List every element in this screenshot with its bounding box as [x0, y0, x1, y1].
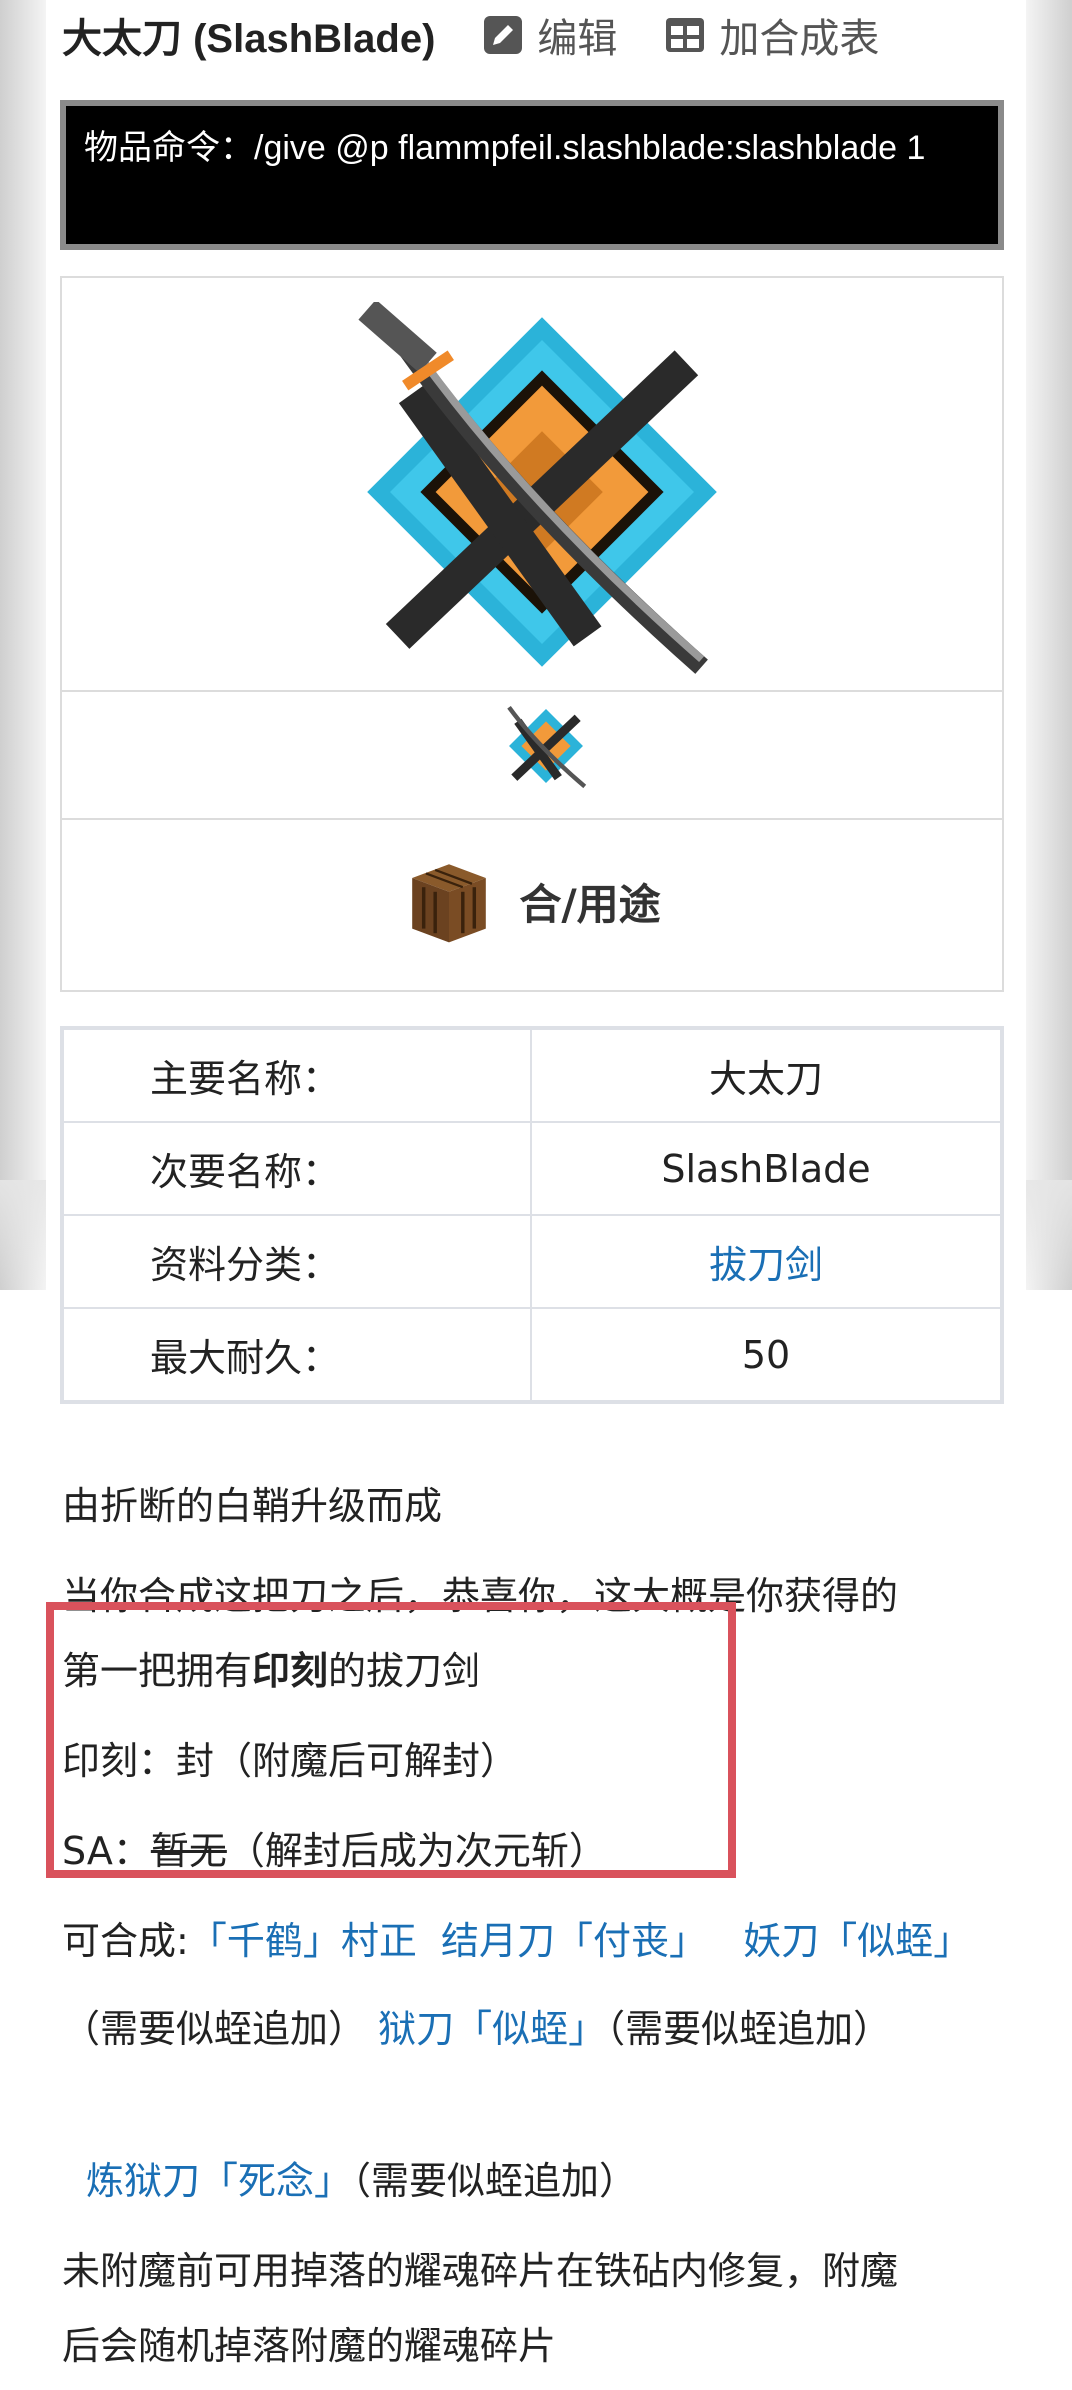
table-key-cell: 次要名称： [61, 1121, 532, 1216]
slashblade-item-icon [358, 302, 717, 674]
table-key-cell: 最大耐久： [61, 1307, 532, 1403]
repair-line: 后会随机掉落附魔的耀魂碎片 [62, 2324, 557, 2368]
background-shade-left [0, 0, 46, 1290]
image-row-divider [62, 690, 1002, 692]
background-shade-right [1026, 0, 1072, 1290]
craft-item-link[interactable]: 妖刀「似蛭」 [743, 1919, 971, 1963]
table-row: 资料分类： 拔刀剑 [61, 1214, 1003, 1309]
slashblade-small-icon [507, 705, 587, 789]
edit-icon [484, 16, 523, 54]
craft-item-link[interactable]: 炼狱刀「死念」 [86, 2159, 352, 2203]
table-value-cell: SlashBlade [530, 1121, 1003, 1216]
edit-button[interactable]: 编辑 [483, 6, 617, 64]
item-image-box: 合/用途 [60, 276, 1004, 992]
table-row: 主要名称： 大太刀 [61, 1027, 1003, 1123]
item-command-box[interactable]: 物品命令：/give @p flammpfeil.slashblade:slas… [60, 100, 1004, 250]
craft-usage-link[interactable]: 合/用途 [62, 826, 1002, 976]
category-link[interactable]: 拔刀剑 [530, 1214, 1003, 1309]
page-header: 大太刀 (SlashBlade) 编辑 加合成表 [62, 0, 1022, 70]
craft-item-note: （需要似蛭追加） [352, 2159, 638, 2203]
craftable-line: 可合成:「千鹤」村正 结月刀「付丧」 妖刀「似蛭」 （需要似蛭追加） 狱刀「似蛭」… [62, 1897, 1022, 2073]
add-recipe-button[interactable]: 加合成表 [665, 6, 879, 64]
table-value-cell: 大太刀 [530, 1027, 1003, 1123]
edit-label: 编辑 [537, 16, 618, 62]
description-line: 由折断的白鞘升级而成 [62, 1484, 443, 1528]
table-key-cell: 主要名称： [61, 1027, 532, 1123]
craft-item-link[interactable]: 「千鹤」村正 [189, 1919, 417, 1963]
highlight-box [46, 1602, 736, 1878]
craftable-line: 炼狱刀「死念」（需要似蛭追加） [86, 2137, 1046, 2225]
craftable-label: 可合成: [62, 1919, 189, 1963]
table-value-cell: 50 [530, 1307, 1003, 1403]
add-recipe-label: 加合成表 [719, 16, 880, 62]
craft-item-link[interactable]: 结月刀「付丧」 [441, 1919, 707, 1963]
craft-usage-label: 合/用途 [519, 879, 661, 929]
page-title: 大太刀 (SlashBlade) [62, 17, 436, 61]
craft-item-note: （需要似蛭追加） [606, 2007, 892, 2051]
craft-item-note: （需要似蛭追加） [62, 2007, 367, 2051]
table-row: 最大耐久： 50 [61, 1307, 1003, 1403]
table-row: 次要名称： SlashBlade [61, 1121, 1003, 1216]
wiki-page: 大太刀 (SlashBlade) 编辑 加合成表 物品命令：/give @p f… [46, 0, 1026, 2384]
table-icon [666, 18, 705, 52]
item-command-text: 物品命令：/give @p flammpfeil.slashblade:slas… [84, 129, 926, 167]
image-row-divider [62, 818, 1002, 820]
table-key-cell: 资料分类： [61, 1214, 532, 1309]
craft-item-link[interactable]: 狱刀「似蛭」 [378, 2007, 606, 2051]
crafting-table-icon [412, 864, 487, 943]
info-table: 主要名称： 大太刀 次要名称： SlashBlade 资料分类： 拔刀剑 最大耐… [60, 1026, 1004, 1404]
